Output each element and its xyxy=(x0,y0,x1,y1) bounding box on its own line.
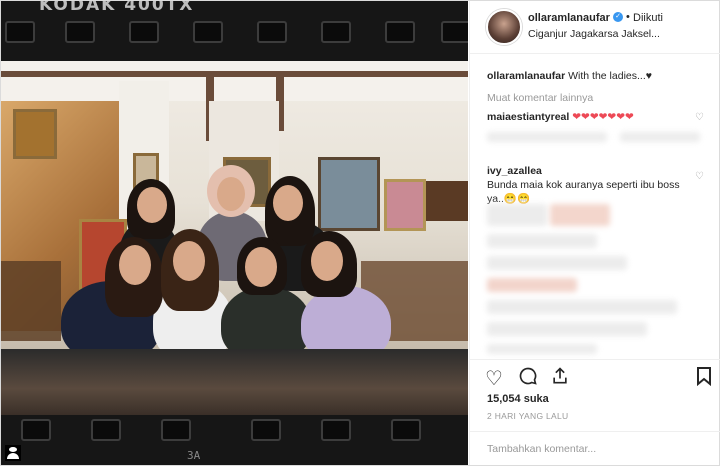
comment-username[interactable]: maiaestiantyreal xyxy=(487,111,569,123)
comment-item: maiaestiantyreal ❤❤❤❤❤❤❤ xyxy=(487,111,687,123)
separator-dot: • xyxy=(626,11,630,23)
film-brand-text: KODAK 400TX xyxy=(39,1,195,15)
caption-username[interactable]: ollaramlanaufar xyxy=(487,70,565,82)
post-actions: ♡ 15,054 suka 2 HARI YANG LALU xyxy=(470,359,720,421)
caption-text: With the ladies...♥ xyxy=(568,70,652,82)
group-photo-scene xyxy=(1,61,468,415)
caption: ollaramlanaufar With the ladies...♥ xyxy=(487,70,652,82)
post-location[interactable]: Ciganjur Jagakarsa Jaksel... xyxy=(528,28,660,40)
user-tag-icon[interactable] xyxy=(5,445,21,461)
likes-count[interactable]: 15,054 suka xyxy=(487,393,549,405)
load-more-comments[interactable]: Muat komentar lainnya xyxy=(487,92,593,104)
comment-icon[interactable] xyxy=(518,366,538,392)
post-side-panel: ollaramlanaufar ✓ • Diikuti Ciganjur Jag… xyxy=(469,1,720,465)
film-strip-top: KODAK 400TX xyxy=(1,1,468,61)
share-icon[interactable] xyxy=(550,366,570,392)
comment-like-heart-icon[interactable]: ♡ xyxy=(695,171,704,182)
heart-icon[interactable]: ♡ xyxy=(485,366,503,391)
post-username[interactable]: ollaramlanaufar xyxy=(528,12,610,24)
comment-like-heart-icon[interactable]: ♡ xyxy=(695,112,704,123)
film-frame-label: 3A xyxy=(187,449,201,462)
comment-text: ❤❤❤❤❤❤❤ xyxy=(572,111,634,123)
post-photo[interactable]: KODAK 400TX 3A xyxy=(1,1,468,465)
comment-text: Bunda maia kok auranya seperti ibu boss … xyxy=(487,179,680,205)
avatar[interactable] xyxy=(486,9,522,45)
follow-status-button[interactable]: Diikuti xyxy=(633,12,663,24)
post-timestamp[interactable]: 2 HARI YANG LALU xyxy=(487,411,569,421)
comment-username[interactable]: ivy_azallea xyxy=(487,165,542,177)
add-comment-input[interactable]: Tambahkan komentar... xyxy=(487,443,596,455)
film-strip-bottom: 3A xyxy=(1,415,468,465)
verified-badge-icon: ✓ xyxy=(613,12,623,22)
post-header: ollaramlanaufar ✓ • Diikuti Ciganjur Jag… xyxy=(470,1,720,54)
add-comment-area: Tambahkan komentar... xyxy=(470,431,720,466)
bookmark-icon[interactable] xyxy=(696,366,712,392)
comments-list: ollaramlanaufar With the ladies...♥ Muat… xyxy=(470,54,720,359)
comment-item: ivy_azallea Bunda maia kok auranya seper… xyxy=(487,164,687,206)
